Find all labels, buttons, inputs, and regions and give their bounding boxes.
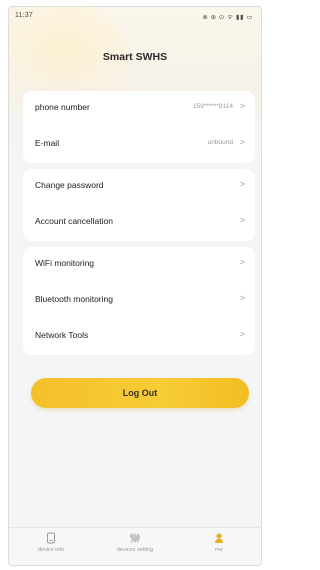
chevron-right-icon: > — [239, 101, 245, 111]
tab-devices-setting[interactable]: devices setting — [93, 532, 177, 553]
phone-screen: 11:37 ⊗ ⊕ ⊙ ᯤ ▮▮ ▭ Smart SWHS phone numb… — [0, 0, 268, 570]
phone-number-label: phone number — [35, 102, 90, 112]
chevron-right-icon: > — [239, 215, 245, 225]
bottom-tab-bar: device info devices setting me — [9, 527, 261, 565]
device-info-icon — [47, 532, 55, 544]
page-title: Smart SWHS — [102, 51, 168, 63]
email-value: unbound — [207, 139, 233, 146]
row-phone-number[interactable]: phone number 159******8114 > — [23, 91, 255, 127]
row-email[interactable]: E-mail unbound > — [23, 127, 255, 163]
chevron-right-icon: > — [239, 137, 245, 147]
tab-device-info-label: device info — [37, 547, 65, 553]
status-time: 11:37 — [15, 12, 33, 19]
network-tools-label: Network Tools — [35, 330, 89, 340]
tools-card: WiFi monitoring > Bluetooth monitoring >… — [23, 247, 255, 355]
me-icon — [215, 533, 223, 543]
email-label: E-mail — [35, 138, 60, 148]
logout-label: Log Out — [122, 388, 158, 398]
tab-device-info[interactable]: device info — [9, 532, 93, 553]
app-frame: 11:37 ⊗ ⊕ ⊙ ᯤ ▮▮ ▭ Smart SWHS phone numb… — [8, 6, 262, 566]
phone-number-value: 159******8114 — [193, 103, 233, 110]
row-account-cancellation[interactable]: Account cancellation > — [23, 205, 255, 241]
tab-me[interactable]: me — [177, 532, 261, 553]
change-password-label: Change password — [35, 180, 104, 190]
logout-button[interactable]: Log Out — [31, 378, 249, 408]
status-bar: 11:37 ⊗ ⊕ ⊙ ᯤ ▮▮ ▭ — [9, 7, 261, 29]
row-wifi-monitoring[interactable]: WiFi monitoring > — [23, 247, 255, 283]
devices-setting-icon — [130, 533, 140, 543]
tab-devices-setting-label: devices setting — [116, 547, 154, 553]
chevron-right-icon: > — [239, 179, 245, 189]
security-card: Change password > Account cancellation > — [23, 169, 255, 241]
row-network-tools[interactable]: Network Tools > — [23, 319, 255, 355]
status-icons: ⊗ ⊕ ⊙ ᯤ ▮▮ ▭ — [202, 14, 253, 21]
row-bluetooth-monitoring[interactable]: Bluetooth monitoring > — [23, 283, 255, 319]
chevron-right-icon: > — [239, 257, 245, 267]
tab-me-label: me — [215, 547, 223, 553]
wifi-monitoring-label: WiFi monitoring — [35, 258, 95, 268]
row-change-password[interactable]: Change password > — [23, 169, 255, 205]
account-cancellation-label: Account cancellation — [35, 216, 113, 226]
bluetooth-monitoring-label: Bluetooth monitoring — [35, 294, 113, 304]
chevron-right-icon: > — [239, 293, 245, 303]
account-card: phone number 159******8114 > E-mail unbo… — [23, 91, 255, 163]
chevron-right-icon: > — [239, 329, 245, 339]
